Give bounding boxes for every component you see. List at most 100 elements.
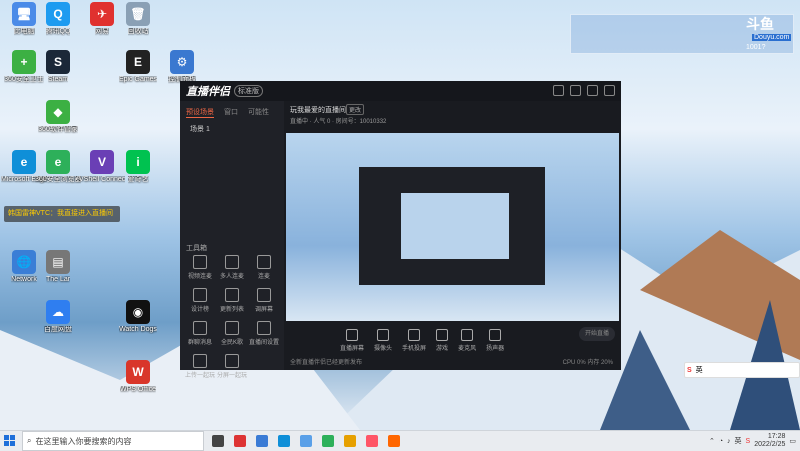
windows-start-icon[interactable] <box>0 431 20 451</box>
tab-preset[interactable]: 预设场景 <box>186 107 214 118</box>
tool-icon <box>257 321 271 335</box>
clock-time: 17:28 <box>767 433 786 440</box>
tool-label: 直播间设置 <box>248 340 279 346</box>
app-icon: W <box>126 360 150 384</box>
edge-icon[interactable] <box>278 435 290 447</box>
app-icon: 🌐 <box>12 250 36 274</box>
desktop-icon[interactable]: W WPS Office <box>116 360 160 394</box>
live-companion-icon[interactable] <box>388 435 400 447</box>
browser-360-icon[interactable] <box>322 435 334 447</box>
clock-date: 2022/2/25 <box>754 441 786 448</box>
room-meta: 直播中 · 人气 0 · 房间号：10010332 <box>290 119 387 125</box>
search-placeholder: 在这里输入你要搜索的内容 <box>35 436 132 446</box>
scene-item[interactable]: 场景 1 <box>180 122 284 136</box>
wifi-icon[interactable]: ◔ <box>719 438 723 445</box>
app-icon: E <box>126 50 150 74</box>
chrome-icon[interactable] <box>344 435 356 447</box>
tool-item[interactable]: 全民K歌 <box>216 321 248 346</box>
tool-label: 多人连麦 <box>219 274 244 280</box>
tool-item[interactable]: 视频连麦 <box>184 255 216 280</box>
tool-label: 视频连麦 <box>187 274 212 280</box>
desktop-icon-label: 腾讯QQ <box>45 28 71 35</box>
tool-item[interactable]: 多人连麦 <box>216 255 248 280</box>
notification-icon[interactable]: ▭ <box>789 437 796 445</box>
tool-icon <box>225 321 239 335</box>
desktop-icon-label: 回收站 <box>127 28 149 35</box>
stream-preview <box>286 133 619 321</box>
sogou-icon: S <box>687 366 692 374</box>
start-live-button[interactable]: 开始直播 <box>579 327 615 341</box>
clock[interactable]: 17:28 2022/2/25 <box>754 433 785 449</box>
tray-language[interactable]: 英 <box>735 436 742 446</box>
desktop-icon[interactable]: Q 腾讯QQ <box>36 2 80 36</box>
search-icon: ⌕ <box>27 436 32 445</box>
live-companion-window[interactable]: 直播伴侣 标准版 预设场景 窗口 可能性 场景 1 工具箱 视频连麦 多人连麦 连麦… <box>180 81 621 379</box>
desktop-icon[interactable]: ⚙ 控制面板 <box>160 50 204 84</box>
desktop-icon-label: Network <box>11 276 37 283</box>
source-icon <box>408 329 421 341</box>
desktop-icon[interactable]: e 360安全浏览器 <box>35 150 81 184</box>
desktop-icon[interactable]: ☁ 百度网盘 <box>36 300 80 334</box>
desktop-icon[interactable]: ◉ Watch Dogs <box>116 300 160 334</box>
desktop-icon-label: 网易 <box>95 28 109 35</box>
tool-icon <box>225 255 239 269</box>
source-label: 直播屏幕 <box>340 346 365 352</box>
source-label: 麦克风 <box>458 346 477 352</box>
tab-more[interactable]: 可能性 <box>248 107 269 118</box>
room-title: 玩我最爱的直播间 <box>290 107 346 114</box>
source-icon <box>461 329 474 341</box>
store-icon[interactable] <box>256 435 268 447</box>
app-icon: ☁ <box>46 300 70 324</box>
source-label: 摄像头 <box>374 346 393 352</box>
mail-icon[interactable] <box>300 435 312 447</box>
task-view-icon[interactable] <box>212 435 224 447</box>
minimize-icon[interactable] <box>587 85 598 96</box>
app-icon: Q <box>46 2 70 26</box>
app-icon: V <box>90 150 114 174</box>
tool-label: 设计榜 <box>190 307 209 313</box>
desktop-icon-label: Steam <box>47 76 69 83</box>
source-icon <box>489 329 502 341</box>
tool-item[interactable]: 设计榜 <box>184 288 216 313</box>
tray-chevron-icon[interactable]: ⌃ <box>709 437 715 445</box>
taskbar-search[interactable]: ⌕ 在这里输入你要搜索的内容 <box>22 431 204 451</box>
ime-toolbar[interactable]: S 英 <box>684 362 800 378</box>
tool-item[interactable]: 直播间设置 <box>248 321 280 346</box>
desktop-icon-label: 百度网盘 <box>44 326 72 333</box>
left-panel: 预设场景 窗口 可能性 场景 1 工具箱 视频连麦 多人连麦 连麦 设计榜 更新列表 调屏… <box>180 101 284 379</box>
settings-icon[interactable] <box>570 85 581 96</box>
desktop-icon-label: 360安全浏览器 <box>35 176 81 183</box>
tab-window[interactable]: 窗口 <box>224 107 238 118</box>
ime-language[interactable]: 英 <box>696 365 703 375</box>
desktop-icon[interactable]: ◆ 360软件管家 <box>36 100 80 134</box>
edit-room-button[interactable]: 更改 <box>346 104 365 115</box>
status-right: CPU 0% 内存 20% <box>562 360 613 366</box>
desktop-icon[interactable]: 🗑 回收站 <box>116 2 160 36</box>
app-icon: e <box>46 150 70 174</box>
desktop-icon[interactable]: i 爱奇艺 <box>116 150 160 184</box>
music-icon[interactable] <box>366 435 378 447</box>
tool-item[interactable]: 调屏幕 <box>248 288 280 313</box>
close-icon[interactable] <box>604 85 615 96</box>
tool-item[interactable]: 更新列表 <box>216 288 248 313</box>
desktop-icon[interactable]: ▤ The Lar <box>36 250 80 284</box>
douyu-url: Douyu.com <box>752 34 792 41</box>
desktop-icon-label: Epic Games <box>118 76 158 83</box>
sogou-tray-icon[interactable]: S <box>746 438 751 445</box>
office-icon[interactable] <box>234 435 246 447</box>
desktop-icon-label: 爱奇艺 <box>127 176 149 183</box>
volume-icon[interactable]: ♪ <box>727 438 731 445</box>
tool-icon <box>193 255 207 269</box>
titlebar[interactable]: 直播伴侣 标准版 <box>180 81 621 101</box>
tool-item[interactable]: 群聊消息 <box>184 321 216 346</box>
desktop-icon[interactable]: E Epic Games <box>116 50 160 84</box>
app-icon: i <box>126 150 150 174</box>
tool-label: 全民K歌 <box>220 340 243 346</box>
source-icon <box>436 329 449 341</box>
tool-icon <box>193 288 207 302</box>
tool-item[interactable]: 连麦 <box>248 255 280 280</box>
message-icon[interactable] <box>553 85 564 96</box>
desktop-icon[interactable]: S Steam <box>36 50 80 84</box>
desktop-icon-label: The Lar <box>45 276 71 283</box>
app-icon: ▤ <box>46 250 70 274</box>
